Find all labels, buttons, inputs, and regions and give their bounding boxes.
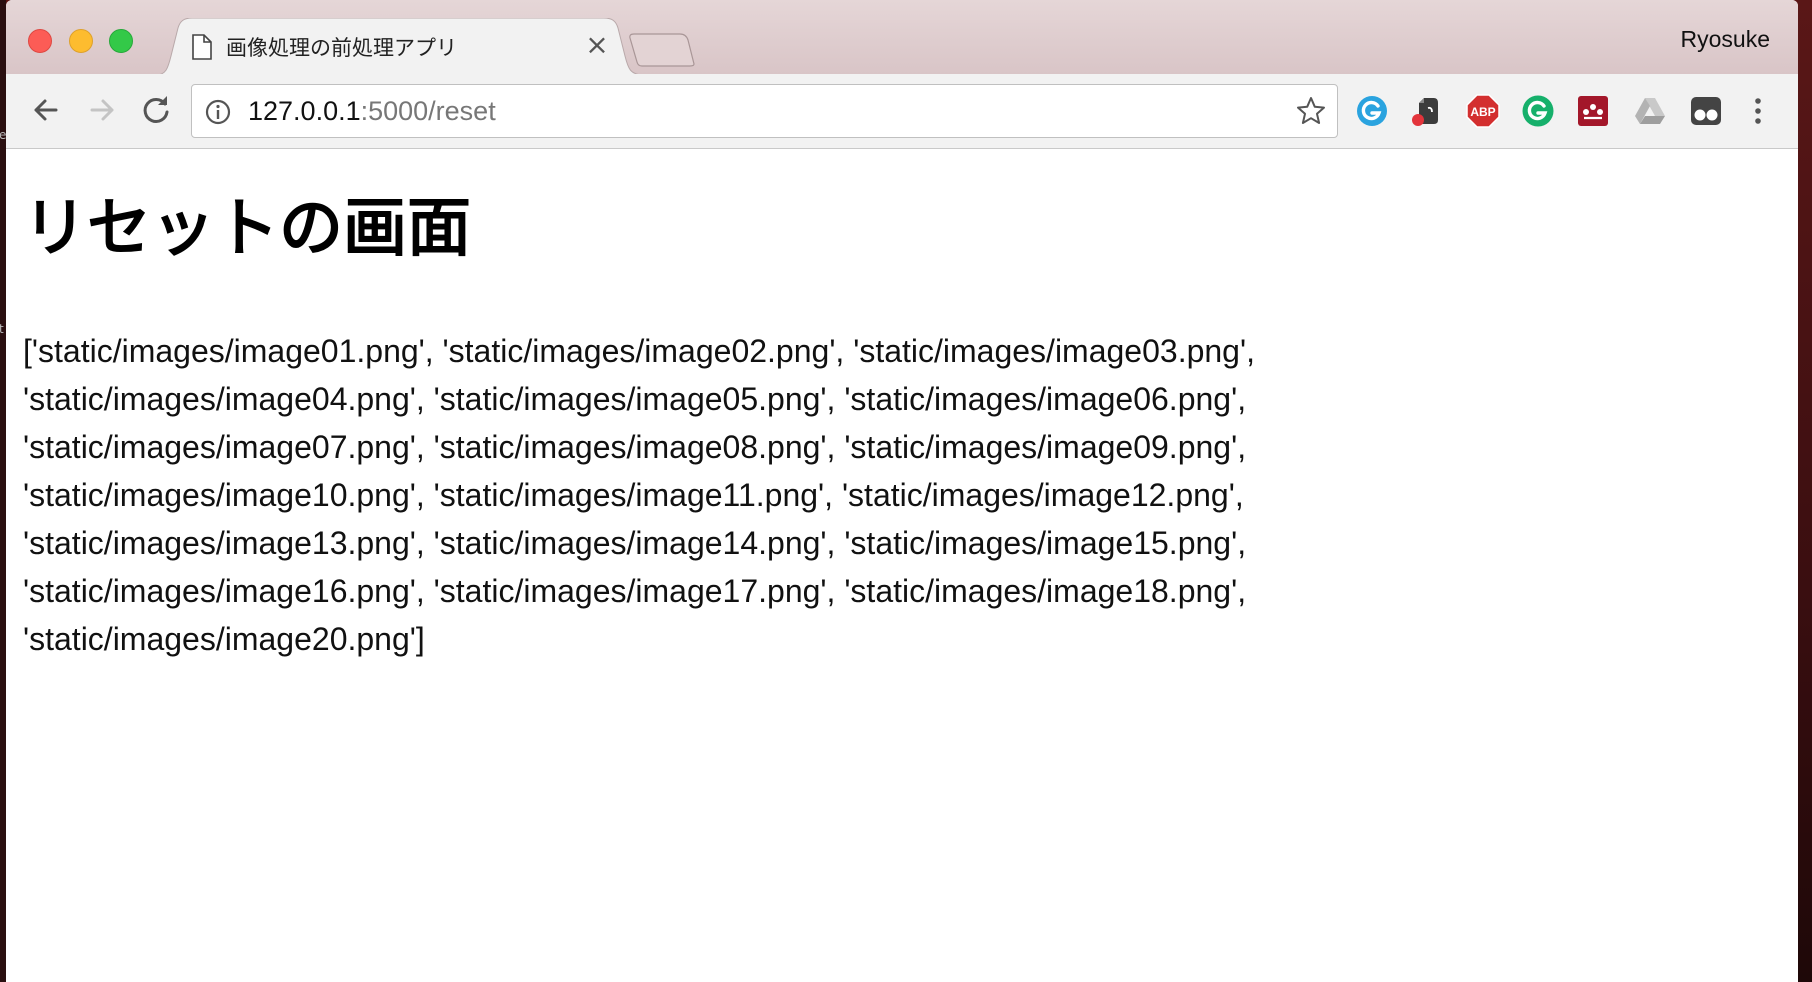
info-icon[interactable] xyxy=(204,98,232,126)
svg-text:ABP: ABP xyxy=(1470,105,1495,119)
more-menu-icon[interactable] xyxy=(1746,94,1770,128)
mendeley-icon[interactable] xyxy=(1576,94,1610,128)
url-host: 127.0.0.1 xyxy=(248,96,361,126)
address-bar[interactable]: 127.0.0.1:5000/reset xyxy=(191,84,1338,138)
adblock-plus-icon[interactable]: ABP xyxy=(1466,94,1500,128)
browser-window: 画像処理の前処理アプリ × Ryosuke 127.0.0.1:5000/res… xyxy=(6,0,1798,982)
page-title: リセットの画面 xyxy=(23,192,471,266)
forward-arrow-icon[interactable] xyxy=(82,90,122,130)
reload-icon[interactable] xyxy=(136,90,176,130)
maximize-window-button[interactable] xyxy=(109,29,133,53)
image-list-text: ['static/images/image01.png', 'static/im… xyxy=(23,333,1255,657)
tampermonkey-icon[interactable] xyxy=(1689,94,1723,128)
new-tab-button[interactable] xyxy=(628,32,698,68)
desktop-edge-right xyxy=(1798,0,1812,982)
url-text[interactable]: 127.0.0.1:5000/reset xyxy=(248,96,496,127)
google-drive-icon[interactable] xyxy=(1633,94,1667,128)
browser-toolbar: 127.0.0.1:5000/reset ABP xyxy=(6,74,1798,149)
back-arrow-icon[interactable] xyxy=(26,90,66,130)
grammarly-green-icon[interactable] xyxy=(1521,94,1555,128)
close-window-button[interactable] xyxy=(28,29,52,53)
minimize-window-button[interactable] xyxy=(69,29,93,53)
bookmark-star-icon[interactable] xyxy=(1295,95,1327,127)
tab-title: 画像処理の前処理アプリ xyxy=(226,36,457,60)
profile-name[interactable]: Ryosuke xyxy=(1681,26,1770,53)
evernote-icon[interactable] xyxy=(1410,94,1444,128)
page-icon xyxy=(192,34,212,60)
page-content: リセットの画面 ['static/images/image01.png', 's… xyxy=(6,149,1798,982)
close-tab-icon[interactable]: × xyxy=(582,30,612,60)
url-path: :5000/reset xyxy=(360,96,496,126)
grammarly-icon[interactable] xyxy=(1355,94,1389,128)
tab-strip: 画像処理の前処理アプリ × Ryosuke xyxy=(6,0,1798,76)
